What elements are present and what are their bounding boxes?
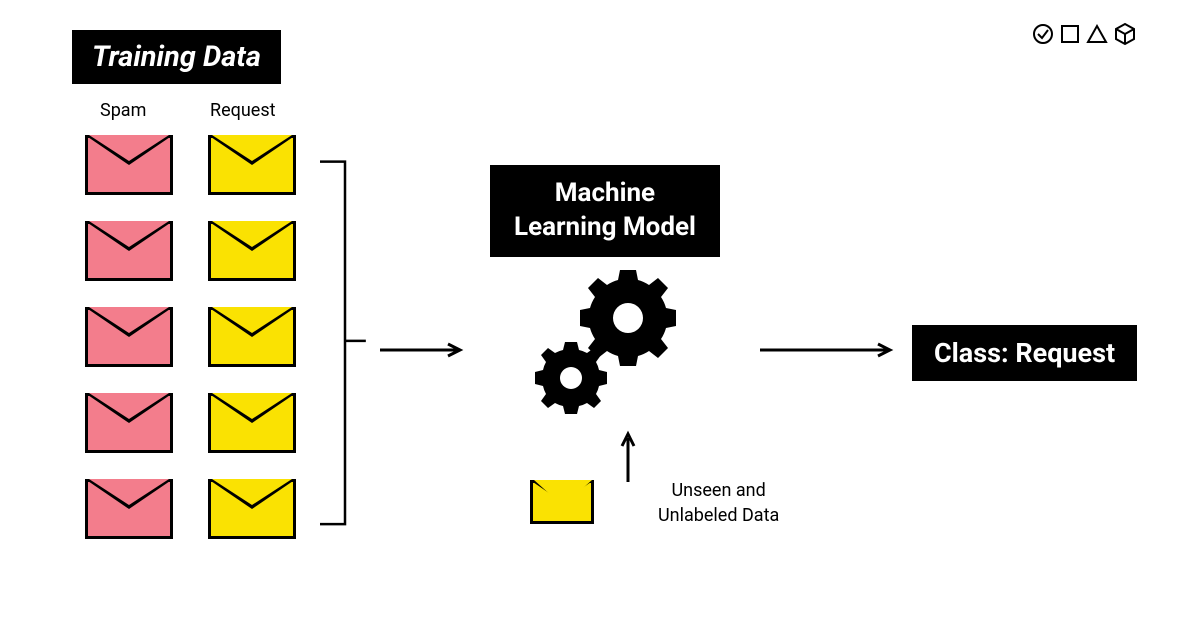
- request-envelope-icon: [208, 307, 296, 367]
- unseen-envelope: [530, 480, 594, 524]
- unseen-label-line1: Unseen and: [671, 480, 765, 501]
- ml-model-header-line1: Machine: [555, 178, 655, 208]
- request-envelope-icon: [208, 135, 296, 195]
- unseen-data-label: Unseen and Unlabeled Data: [658, 478, 779, 528]
- arrow-up-icon: [620, 430, 636, 482]
- spam-envelope-column: [85, 135, 173, 539]
- brand-icons: [1032, 22, 1136, 46]
- unseen-label-line2: Unlabeled Data: [658, 505, 779, 526]
- class-output-label: Class: Request: [912, 325, 1137, 381]
- spam-envelope-icon: [85, 221, 173, 281]
- ml-model-header: Machine Learning Model: [490, 165, 720, 257]
- unseen-envelope-icon: [530, 480, 594, 524]
- bracket-connector: [320, 125, 370, 565]
- request-column-label: Request: [210, 100, 276, 121]
- arrow-to-output-icon: [760, 342, 900, 358]
- cube-icon: [1114, 22, 1136, 46]
- triangle-icon: [1086, 24, 1108, 44]
- checkmark-circle-icon: [1032, 23, 1054, 45]
- spam-envelope-icon: [85, 479, 173, 539]
- request-envelope-icon: [208, 221, 296, 281]
- square-icon: [1060, 24, 1080, 44]
- request-envelope-icon: [208, 393, 296, 453]
- training-data-header: Training Data: [72, 30, 281, 84]
- arrow-to-model-icon: [380, 342, 470, 358]
- spam-envelope-icon: [85, 307, 173, 367]
- spam-envelope-icon: [85, 393, 173, 453]
- gears-icon: [528, 260, 703, 430]
- request-envelope-column: [208, 135, 296, 539]
- ml-model-header-line2: Learning Model: [514, 212, 696, 242]
- request-envelope-icon: [208, 479, 296, 539]
- spam-column-label: Spam: [100, 100, 146, 121]
- spam-envelope-icon: [85, 135, 173, 195]
